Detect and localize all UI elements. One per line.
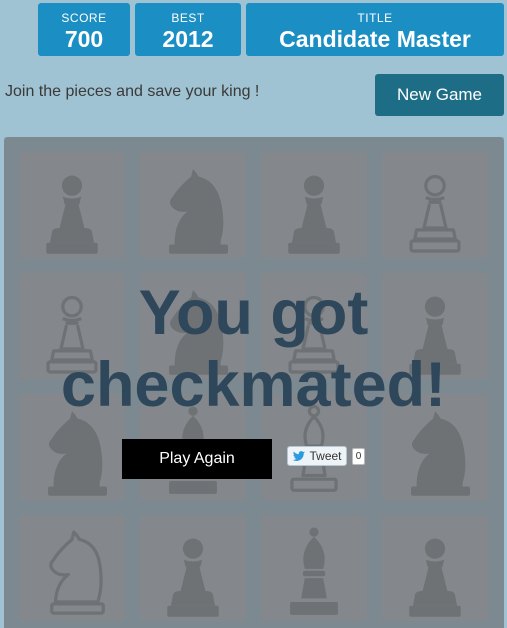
play-again-button[interactable]: Play Again <box>122 439 272 479</box>
game-over-line-2: checkmated! <box>60 350 447 420</box>
game-over-message: You got checkmated! <box>0 277 507 421</box>
best-value: 2012 <box>162 26 214 52</box>
tweet-count: 0 <box>352 448 365 465</box>
score-label: SCORE <box>61 11 107 25</box>
tweet-label: Tweet <box>309 449 342 463</box>
tagline: Join the pieces and save your king ! <box>5 83 260 100</box>
title-box: TITLE Candidate Master <box>246 3 504 56</box>
score-value: 700 <box>64 26 104 52</box>
twitter-bird-icon <box>293 450 306 461</box>
new-game-button[interactable]: New Game <box>375 74 504 116</box>
tweet-button[interactable]: Tweet <box>287 446 347 466</box>
title-value: Candidate Master <box>279 26 471 52</box>
game-over-line-1: You got <box>138 278 369 348</box>
best-label: BEST <box>171 11 205 25</box>
best-box: BEST 2012 <box>135 3 241 56</box>
score-box: SCORE 700 <box>38 3 130 56</box>
title-label: TITLE <box>357 11 393 25</box>
